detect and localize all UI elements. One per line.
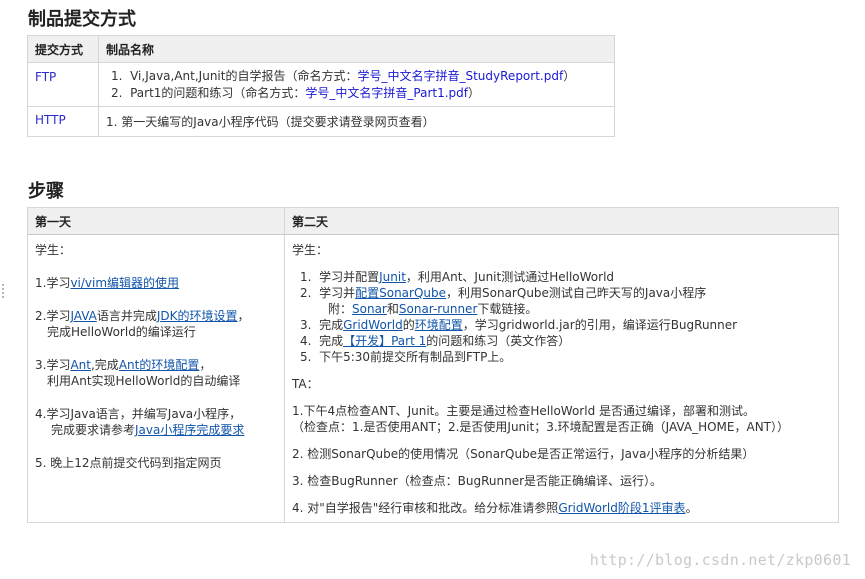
part1-link[interactable]: 【开发】Part 1 xyxy=(343,334,426,348)
list-item: 1. 学习并配置Junit，利用Ant、Junit测试通过HelloWorld xyxy=(300,270,615,284)
submission-table: 提交方式 制品名称 FTP 1. Vi,Java,Ant,Junit的自学报告（… xyxy=(27,35,615,137)
day1-item-5: 5. 晚上12点前提交代码到指定网页 xyxy=(35,456,222,470)
list-item-cont: 附：Sonar和Sonar-runner下载链接。 xyxy=(328,302,538,316)
protocol-ftp: FTP xyxy=(27,62,99,107)
ta-item-1: 1.下午4点检查ANT、Junit。主要是通过检查HelloWorld 是否通过… xyxy=(292,404,756,418)
java-link[interactable]: JAVA xyxy=(70,309,96,323)
day1-item-3: 3.学习Ant,完成Ant的环境配置， xyxy=(35,358,212,372)
junit-link[interactable]: Junit xyxy=(379,270,406,284)
day1-item-1: 1.学习vi/vim编辑器的使用 xyxy=(35,276,180,290)
vim-link[interactable]: vi/vim编辑器的使用 xyxy=(70,276,179,290)
section-title-submission: 制品提交方式 xyxy=(28,9,136,30)
sonar-link[interactable]: Sonar xyxy=(352,302,387,316)
protocol-http: HTTP xyxy=(27,106,99,137)
watermark: http://blog.csdn.net/zkp0601 xyxy=(589,551,851,569)
header-day2: 第二天 xyxy=(284,207,839,235)
student-label: 学生： xyxy=(292,243,329,257)
day1-item-2: 2.学习JAVA语言并完成JDK的环境设置， xyxy=(35,309,250,323)
jdk-env-link[interactable]: JDK的环境设置 xyxy=(157,309,238,323)
header-day1: 第一天 xyxy=(27,207,285,235)
ta-label: TA： xyxy=(292,377,319,391)
ta-item-4: 4. 对"自学报告"经行审核和批改。给分标准请参照GridWorld阶段1评审表… xyxy=(292,501,698,515)
list-item: 2. 学习并配置SonarQube，利用SonarQube测试自己昨天写的Jav… xyxy=(300,286,707,300)
ant-link[interactable]: Ant xyxy=(70,358,91,372)
day1-item-4: 4.学习Java语言，并编写Java小程序， xyxy=(35,407,242,421)
table-row-ftp: FTP 1. Vi,Java,Ant,Junit的自学报告（命名方式：学号_中文… xyxy=(27,62,615,107)
student-label: 学生： xyxy=(35,243,72,257)
day2-cell: 学生： 1. 学习并配置Junit，利用Ant、Junit测试通过HelloWo… xyxy=(284,234,839,523)
list-item: 5. 下午5:30前提交所有制品到FTP上。 xyxy=(300,350,512,364)
steps-content-row: 学生： 1.学习vi/vim编辑器的使用 2.学习JAVA语言并完成JDK的环境… xyxy=(27,234,839,523)
list-item: 4. 完成【开发】Part 1的问题和练习（英文作答） xyxy=(300,334,571,348)
ta-item-2: 2. 检测SonarQube的使用情况（SonarQube是否正常运行，Java… xyxy=(292,447,755,461)
day1-cell: 学生： 1.学习vi/vim编辑器的使用 2.学习JAVA语言并完成JDK的环境… xyxy=(27,234,285,523)
steps-table: 第一天 第二天 学生： 1.学习vi/vim编辑器的使用 2.学习JAVA语言并… xyxy=(27,207,839,523)
gridworld-env-link[interactable]: 环境配置 xyxy=(415,318,463,332)
artifact-cell-http: 1. 第一天编写的Java小程序代码（提交要求请登录网页查看） xyxy=(98,106,615,137)
sonar-runner-link[interactable]: Sonar-runner xyxy=(399,302,477,316)
list-item: 2. Part1的问题和练习（命名方式：学号_中文名字拼音_Part1.pdf） xyxy=(111,86,481,100)
gridworld-review-link[interactable]: GridWorld阶段1评审表 xyxy=(558,501,685,515)
table-header-row: 提交方式 制品名称 xyxy=(27,35,615,63)
section-title-steps: 步骤 xyxy=(28,181,64,202)
ta-item-1-detail: （检查点：1.是否使用ANT；2.是否使用Junit；3.环境配置是否正确（JA… xyxy=(292,420,789,434)
java-requirements-link[interactable]: Java小程序完成要求 xyxy=(135,423,244,437)
sonarqube-link[interactable]: 配置SonarQube xyxy=(355,286,446,300)
header-artifact: 制品名称 xyxy=(98,35,615,63)
ant-env-link[interactable]: Ant的环境配置 xyxy=(119,358,200,372)
artifact-cell-ftp: 1. Vi,Java,Ant,Junit的自学报告（命名方式：学号_中文名字拼音… xyxy=(98,62,615,107)
table-row-http: HTTP 1. 第一天编写的Java小程序代码（提交要求请登录网页查看） xyxy=(27,106,615,137)
list-item: 1. Vi,Java,Ant,Junit的自学报告（命名方式：学号_中文名字拼音… xyxy=(111,69,576,83)
list-item: 3. 完成GridWorld的环境配置，学习gridworld.jar的引用，编… xyxy=(300,318,738,332)
resize-handle[interactable] xyxy=(0,282,7,300)
artifact-list: 1. Vi,Java,Ant,Junit的自学报告（命名方式：学号_中文名字拼音… xyxy=(111,68,607,102)
table-header-row: 第一天 第二天 xyxy=(27,207,839,235)
header-protocol: 提交方式 xyxy=(27,35,99,63)
day2-list: 1. 学习并配置Junit，利用Ant、Junit测试通过HelloWorld … xyxy=(292,269,831,365)
gridworld-link[interactable]: GridWorld xyxy=(343,318,403,332)
ta-item-3: 3. 检查BugRunner（检查点：BugRunner是否能正确编译、运行）。 xyxy=(292,474,663,488)
